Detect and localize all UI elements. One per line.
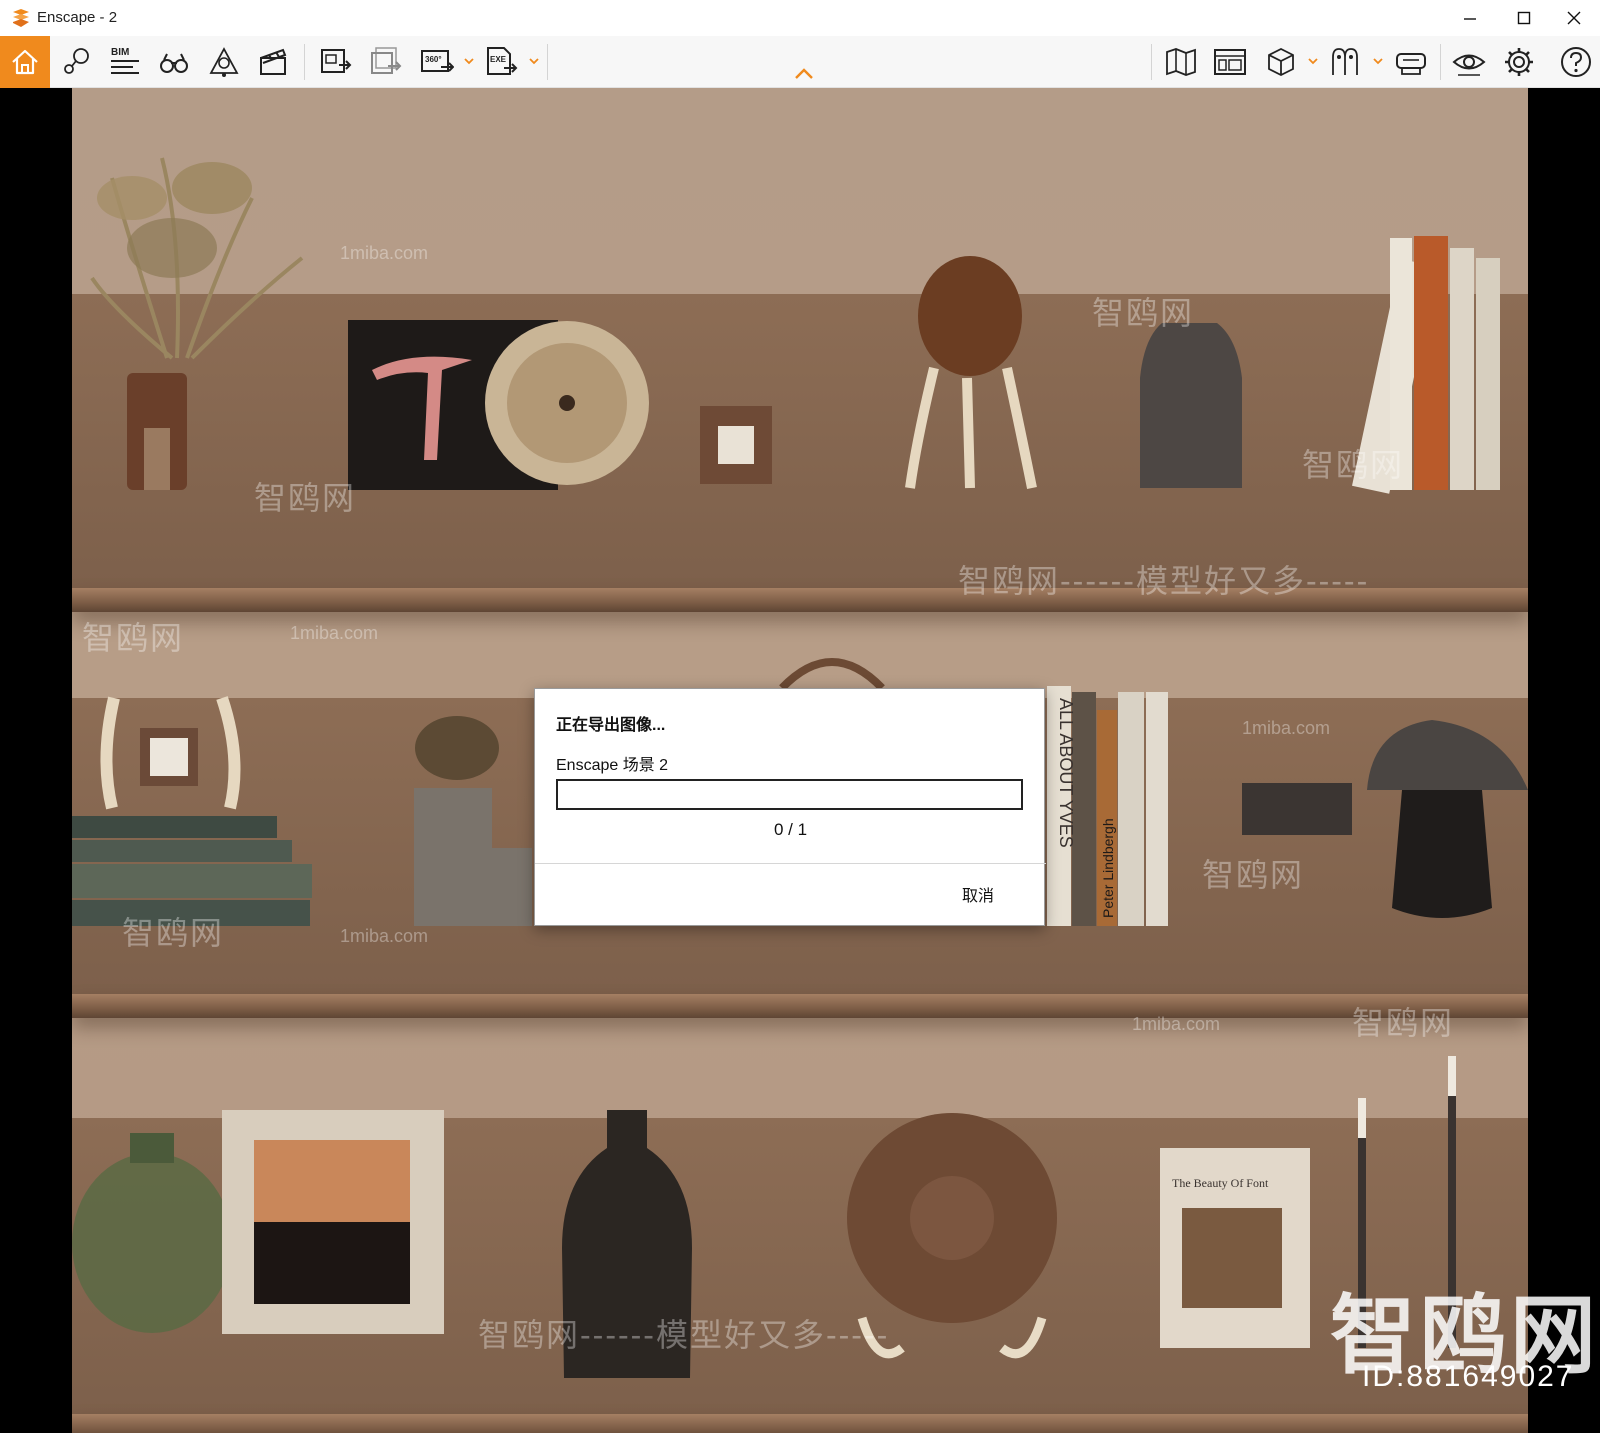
book	[1146, 692, 1168, 926]
book-spine-title: Peter Lindbergh	[1100, 818, 1116, 918]
vr-dropdown-chevron-icon[interactable]	[1372, 55, 1384, 67]
scene-name-label: Enscape 场景 2	[556, 757, 669, 774]
bim-list-icon: BIM	[111, 47, 139, 74]
material-editor-icon	[1214, 49, 1246, 75]
section-box-button[interactable]	[1260, 41, 1302, 83]
minimize-icon	[1464, 18, 1476, 20]
eye-icon	[1452, 54, 1486, 76]
book-spine-title: ALL ABOUT YVES	[1056, 698, 1076, 848]
dialog-heading: 正在导出图像...	[556, 717, 666, 734]
clapperboard-icon	[260, 48, 287, 75]
export-progress-dialog: 正在导出图像... Enscape 场景 2 0 / 1 取消	[534, 688, 1046, 926]
watermark-domain: 1miba.com	[290, 623, 379, 643]
screenshot-button[interactable]	[315, 41, 357, 83]
watermark-domain: 1miba.com	[1132, 1014, 1221, 1034]
watermark-id: ID:881649027	[1362, 1360, 1575, 1393]
watermark-brand: 智鸥网	[1302, 447, 1405, 483]
book	[72, 816, 277, 838]
panorama-dropdown-chevron-icon[interactable]	[463, 55, 475, 67]
toolbar-separator	[1151, 44, 1152, 80]
woven-egg-sculpture	[918, 256, 1022, 376]
headset-icon	[1396, 53, 1426, 75]
book	[72, 840, 292, 862]
green-glass-jar	[72, 1153, 232, 1333]
main-toolbar: BIM 360° EXE	[0, 36, 1600, 88]
minimize-button[interactable]	[1442, 0, 1498, 36]
coral-ornament	[415, 716, 499, 780]
panorama-export-button[interactable]: 360°	[416, 41, 458, 83]
toolbar-separator	[1440, 44, 1441, 80]
maximize-button[interactable]	[1496, 0, 1552, 36]
map-icon	[1166, 48, 1196, 76]
window-title: Enscape - 2	[37, 9, 118, 26]
walk-mode-button[interactable]	[55, 41, 97, 83]
map-button[interactable]	[1160, 41, 1202, 83]
binoculars-icon	[160, 53, 188, 73]
collapse-toolbar-chevron-icon[interactable]	[792, 66, 816, 82]
dried-flowers-vase	[90, 157, 304, 490]
help-button[interactable]	[1556, 41, 1596, 83]
watermark-brand: 智鸥网	[1202, 857, 1305, 893]
watermark-brand: 智鸥网	[1092, 295, 1195, 331]
live-update-button[interactable]	[1390, 41, 1432, 83]
batch-export-icon	[371, 47, 402, 74]
people-silhouette-icon	[1332, 48, 1358, 75]
book	[1414, 236, 1448, 490]
title-bar: Enscape - 2	[0, 0, 1600, 36]
book	[1476, 258, 1500, 490]
watermark-brand: 智鸥网	[1352, 1005, 1455, 1041]
general-settings-button[interactable]	[1498, 41, 1540, 83]
grey-vase	[1140, 323, 1242, 488]
material-editor-button[interactable]	[1209, 41, 1251, 83]
export-image-icon	[321, 49, 352, 73]
home-button[interactable]	[0, 36, 50, 88]
vr-headset-button[interactable]	[1324, 41, 1366, 83]
watermark-brand: 智鸥网	[82, 620, 185, 656]
close-button[interactable]	[1548, 0, 1600, 36]
book-cover-title: The Beauty Of Font	[1172, 1176, 1269, 1190]
section-dropdown-chevron-icon[interactable]	[1307, 55, 1319, 67]
watermark-brand: 智鸥网	[122, 915, 225, 951]
watermark-slogan: 智鸥网------模型好又多-----	[958, 563, 1370, 599]
views-button[interactable]	[153, 41, 195, 83]
exe-dropdown-chevron-icon[interactable]	[528, 55, 540, 67]
watermark-domain: 1miba.com	[1242, 718, 1331, 738]
watermark-brand: 智鸥网	[254, 480, 357, 516]
book	[1450, 248, 1474, 490]
progress-count-label: 0 / 1	[773, 820, 808, 839]
home-icon	[12, 49, 38, 75]
book	[1118, 692, 1144, 926]
watermark-slogan: 智鸥网------模型好又多-----	[478, 1317, 890, 1353]
maximize-icon	[1517, 11, 1531, 25]
visual-settings-button[interactable]	[1448, 41, 1490, 83]
dialog-divider	[535, 863, 1046, 864]
exe-label: EXE	[490, 55, 507, 64]
cube-icon	[1268, 47, 1294, 77]
toolbar-separator	[547, 44, 548, 80]
toolbar-separator	[304, 44, 305, 80]
bim-label: BIM	[111, 47, 129, 58]
gear-icon	[1505, 48, 1533, 76]
export-progress-bar	[556, 779, 1023, 810]
asset-library-button[interactable]	[203, 41, 245, 83]
wall-socket	[1242, 783, 1352, 835]
mushroom-lamp	[1367, 720, 1528, 790]
help-question-icon	[1561, 47, 1591, 77]
exe-export-button[interactable]: EXE	[480, 41, 522, 83]
enscape-logo-icon	[13, 9, 29, 27]
video-editor-button[interactable]	[253, 41, 295, 83]
watermark-domain: 1miba.com	[340, 243, 429, 263]
exe-export-icon: EXE	[487, 47, 518, 75]
ridged-vase	[414, 788, 532, 926]
pin-key-icon	[64, 48, 89, 74]
batch-render-button[interactable]	[365, 41, 407, 83]
watermark-domain: 1miba.com	[340, 926, 429, 946]
book	[72, 864, 312, 898]
panorama-label: 360°	[425, 55, 442, 64]
close-icon	[1567, 11, 1581, 25]
bim-button[interactable]: BIM	[104, 41, 146, 83]
asset-pyramid-icon	[209, 47, 239, 77]
panorama-360-icon: 360°	[421, 50, 454, 72]
cancel-button[interactable]: 取消	[953, 881, 1003, 907]
